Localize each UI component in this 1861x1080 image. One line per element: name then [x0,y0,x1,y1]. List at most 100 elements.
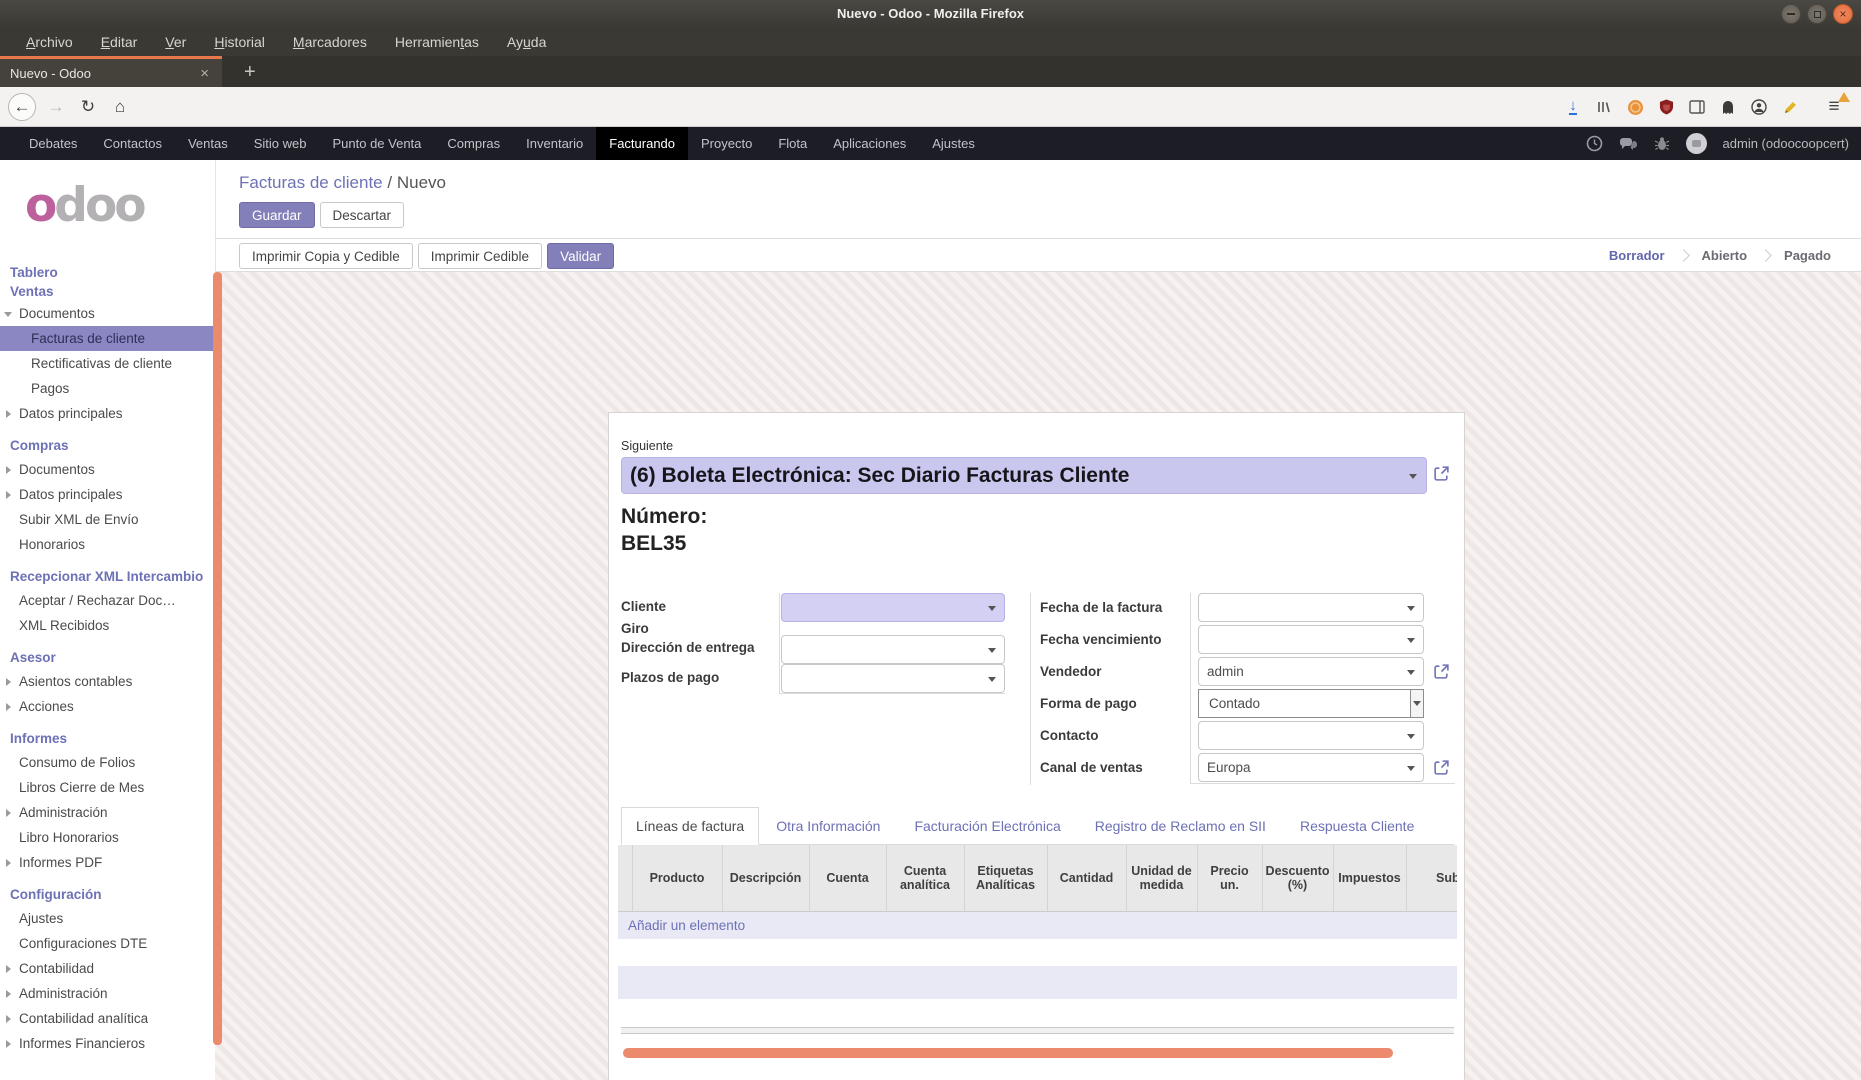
nav-item-compras[interactable]: Compras [434,127,513,160]
sidebar-item-datos-principales[interactable]: Datos principales [0,401,215,426]
sidebar-section-tablero[interactable]: Tablero [0,263,215,282]
reload-button[interactable]: ↻ [74,93,102,121]
minimize-button[interactable] [1781,4,1801,24]
sidebar-item-datos-principales[interactable]: Datos principales [0,482,215,507]
ublock-extension-icon[interactable] [1655,94,1677,120]
field-fecha-de-la-factura-input[interactable] [1198,593,1424,622]
sidebar-item-xml-recibidos[interactable]: XML Recibidos [0,613,215,638]
user-name[interactable]: admin (odoocoopcert) [1723,136,1849,151]
maximize-button[interactable] [1807,4,1827,24]
back-button[interactable]: ← [8,93,36,121]
field-fecha-vencimiento-input[interactable] [1198,625,1424,654]
chevron-right-icon[interactable] [6,410,11,418]
horizontal-scrollbar-track[interactable] [621,1027,1454,1034]
tab-respuesta-cliente[interactable]: Respuesta Cliente [1283,808,1431,844]
menu-editar[interactable]: Editar [87,34,152,50]
sidebar-item-documentos[interactable]: Documentos [0,301,215,326]
close-button[interactable]: × [1833,4,1853,24]
tab-registro-de-reclamo-en-sii[interactable]: Registro de Reclamo en SII [1078,808,1283,844]
tab-close-icon[interactable]: × [197,65,212,82]
status-state-borrador[interactable]: Borrador [1609,248,1665,263]
home-button[interactable]: ⌂ [106,93,134,121]
forward-button[interactable]: → [42,93,70,121]
menu-ayuda[interactable]: Ayuda [493,34,560,50]
sidebar-section-configuracion[interactable]: Configuración [0,884,215,906]
sidebar-item-documentos[interactable]: Documentos [0,457,215,482]
print-cedible-button[interactable]: Imprimir Cedible [417,243,543,269]
ghostery-extension-icon[interactable] [1717,94,1739,120]
horizontal-scrollbar-thumb[interactable] [623,1048,1393,1058]
status-state-abierto[interactable]: Abierto [1702,248,1748,263]
nav-item-ajustes[interactable]: Ajustes [919,127,988,160]
field-canal-de-ventas-external-link-icon[interactable] [1433,759,1450,776]
sidebar-item-acciones[interactable]: Acciones [0,694,215,719]
field-cliente-input[interactable] [781,593,1005,622]
nav-item-punto-de-venta[interactable]: Punto de Venta [319,127,434,160]
sidebar-item-libros-cierre-de-mes[interactable]: Libros Cierre de Mes [0,775,215,800]
messages-icon[interactable] [1619,136,1638,152]
tab-otra-informacion[interactable]: Otra Información [759,808,897,844]
user-avatar[interactable] [1685,133,1707,154]
menu-archivo[interactable]: Archivo [12,34,87,50]
menu-marcadores[interactable]: Marcadores [279,34,381,50]
chevron-right-icon[interactable] [6,990,11,998]
nav-item-aplicaciones[interactable]: Aplicaciones [820,127,919,160]
sidebar-item-configuraciones-dte[interactable]: Configuraciones DTE [0,931,215,956]
menu-historial[interactable]: Historial [200,34,279,50]
chevron-right-icon[interactable] [6,491,11,499]
field-direccion-de-entrega-input[interactable] [781,635,1005,664]
sidebar-item-rectificativas-de-cliente[interactable]: Rectificativas de cliente [0,351,215,376]
sidebar-item-consumo-de-folios[interactable]: Consumo de Folios [0,750,215,775]
discard-button[interactable]: Descartar [319,202,405,228]
sidebar-item-subir-xml-de-envio[interactable]: Subir XML de Envío [0,507,215,532]
vertical-scrollbar[interactable] [213,272,222,1045]
downloads-icon[interactable]: ↓ [1562,94,1584,120]
sidebar-section-compras[interactable]: Compras [0,435,215,457]
sidebar-toggle-icon[interactable] [1686,94,1708,120]
sidebar-item-asientos-contables[interactable]: Asientos contables [0,669,215,694]
chevron-right-icon[interactable] [6,466,11,474]
field-canal-de-ventas-input[interactable]: Europa [1198,753,1424,782]
print-copy-cedible-button[interactable]: Imprimir Copia y Cedible [239,243,413,269]
sidebar-section-ventas[interactable]: Ventas [0,282,215,301]
chevron-right-icon[interactable] [6,678,11,686]
sidebar-section-asesor[interactable]: Asesor [0,647,215,669]
sidebar-item-ajustes[interactable]: Ajustes [0,906,215,931]
account-icon[interactable] [1748,94,1770,120]
sidebar-item-facturas-de-cliente[interactable]: Facturas de cliente [0,326,215,351]
colorzilla-extension-icon[interactable] [1624,94,1646,120]
field-forma-de-pago-select[interactable]: Contado [1198,689,1424,718]
sidebar-item-informes-pdf[interactable]: Informes PDF [0,850,215,875]
notes-extension-icon[interactable] [1779,94,1801,120]
journal-external-link-icon[interactable] [1433,465,1450,482]
validate-button[interactable]: Validar [547,243,615,269]
field-plazos-de-pago-input[interactable] [781,664,1005,693]
debug-bug-icon[interactable] [1654,136,1670,152]
tab-facturacion-electronica[interactable]: Facturación Electrónica [897,808,1077,844]
chevron-down-icon[interactable] [4,312,12,317]
menu-herramientas[interactable]: Herramientas [381,34,493,50]
nav-item-inventario[interactable]: Inventario [513,127,596,160]
menu-ver[interactable]: Ver [151,34,200,50]
new-tab-button[interactable]: + [236,58,264,86]
chevron-right-icon[interactable] [6,1040,11,1048]
status-state-pagado[interactable]: Pagado [1784,248,1831,263]
nav-item-facturando[interactable]: Facturando [596,127,689,160]
sidebar-item-libro-honorarios[interactable]: Libro Honorarios [0,825,215,850]
add-line-link[interactable]: Añadir un elemento [628,918,745,933]
nav-item-sitio-web[interactable]: Sitio web [241,127,320,160]
nav-item-contactos[interactable]: Contactos [90,127,175,160]
sidebar-item-administracion[interactable]: Administración [0,981,215,1006]
sidebar-item-honorarios[interactable]: Honorarios [0,532,215,557]
sidebar-section-informes[interactable]: Informes [0,728,215,750]
menu-hamburger-icon[interactable]: ≡ [1821,92,1850,121]
chevron-right-icon[interactable] [6,703,11,711]
field-vendedor-external-link-icon[interactable] [1433,663,1450,680]
sidebar-item-contabilidad[interactable]: Contabilidad [0,956,215,981]
breadcrumb-parent-link[interactable]: Facturas de cliente [239,173,383,192]
sidebar-item-informes-financieros[interactable]: Informes Financieros [0,1031,215,1056]
save-button[interactable]: Guardar [239,202,315,228]
sidebar-item-aceptar-rechazar-doc[interactable]: Aceptar / Rechazar Doc… [0,588,215,613]
nav-item-debates[interactable]: Debates [16,127,90,160]
chevron-right-icon[interactable] [6,965,11,973]
